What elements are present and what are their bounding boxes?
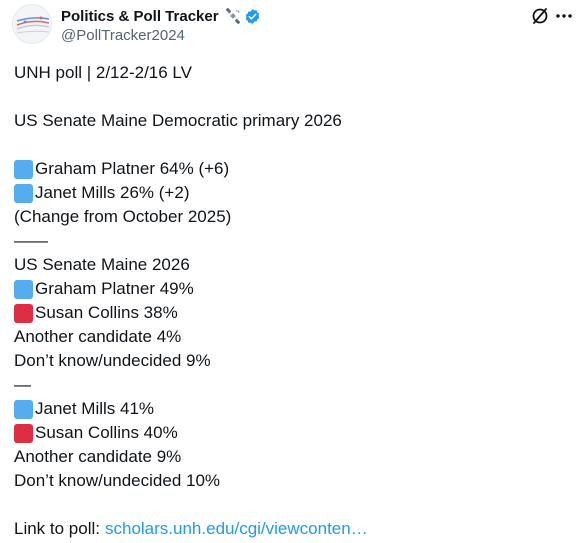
primary-candidate-text: Graham Platner 64% (+6)	[35, 159, 230, 178]
satellite-icon	[225, 7, 241, 25]
primary-candidate-text: Janet Mills 26% (+2)	[35, 183, 190, 202]
undecided-line: Don’t know/undecided 10%	[14, 471, 221, 490]
general-candidate-row: Susan Collins 38%	[14, 301, 574, 325]
avatar[interactable]	[12, 4, 52, 44]
general-candidate-text: Susan Collins 40%	[35, 423, 178, 442]
divider-short: —	[14, 375, 31, 394]
author-names: Politics & Poll Tracker @PollTracker2024	[61, 6, 261, 44]
change-note: (Change from October 2025)	[14, 207, 232, 226]
primary-title: US Senate Maine Democratic primary 2026	[14, 111, 342, 130]
other-candidate-line: Another candidate 9%	[14, 447, 182, 466]
other-candidate-line: Another candidate 4%	[14, 327, 182, 346]
blue-square-icon	[14, 159, 33, 179]
blue-square-icon	[14, 183, 33, 203]
poll-header: UNH poll | 2/12-2/16 LV	[14, 63, 192, 82]
link-label: Link to poll:	[14, 519, 100, 538]
general-candidate-text: Graham Platner 49%	[35, 279, 194, 298]
general-candidate-row: Susan Collins 40%	[14, 421, 574, 445]
general-title: US Senate Maine 2026	[14, 255, 190, 274]
general-candidate-row: Janet Mills 41%	[14, 397, 574, 421]
poll-link[interactable]: scholars.unh.edu/cgi/viewconten…	[105, 517, 368, 541]
general-candidate-text: Janet Mills 41%	[35, 399, 155, 418]
general-candidate-row: Graham Platner 49%	[14, 277, 574, 301]
tweet-text: UNH poll | 2/12-2/16 LV US Senate Maine …	[14, 61, 574, 541]
blue-square-icon	[14, 279, 33, 299]
general-candidate-text: Susan Collins 38%	[35, 303, 178, 322]
primary-candidate-row: Janet Mills 26% (+2)	[14, 181, 574, 205]
undecided-line: Don’t know/undecided 9%	[14, 351, 211, 370]
verified-badge-icon	[244, 8, 261, 25]
more-icon[interactable]	[554, 6, 574, 26]
blue-square-icon	[14, 399, 33, 419]
primary-candidate-row: Graham Platner 64% (+6)	[14, 157, 574, 181]
grok-icon[interactable]	[530, 6, 550, 26]
red-square-icon	[14, 423, 33, 443]
display-name[interactable]: Politics & Poll Tracker	[61, 8, 219, 25]
author-handle[interactable]: @PollTracker2024	[61, 27, 261, 44]
display-name-row: Politics & Poll Tracker	[61, 6, 261, 26]
tweet-header: Politics & Poll Tracker @PollTracker2024	[12, 4, 576, 48]
red-square-icon	[14, 303, 33, 323]
poll-link-line: Link to poll: scholars.unh.edu/cgi/viewc…	[14, 517, 574, 541]
divider-long: ——	[14, 231, 48, 250]
